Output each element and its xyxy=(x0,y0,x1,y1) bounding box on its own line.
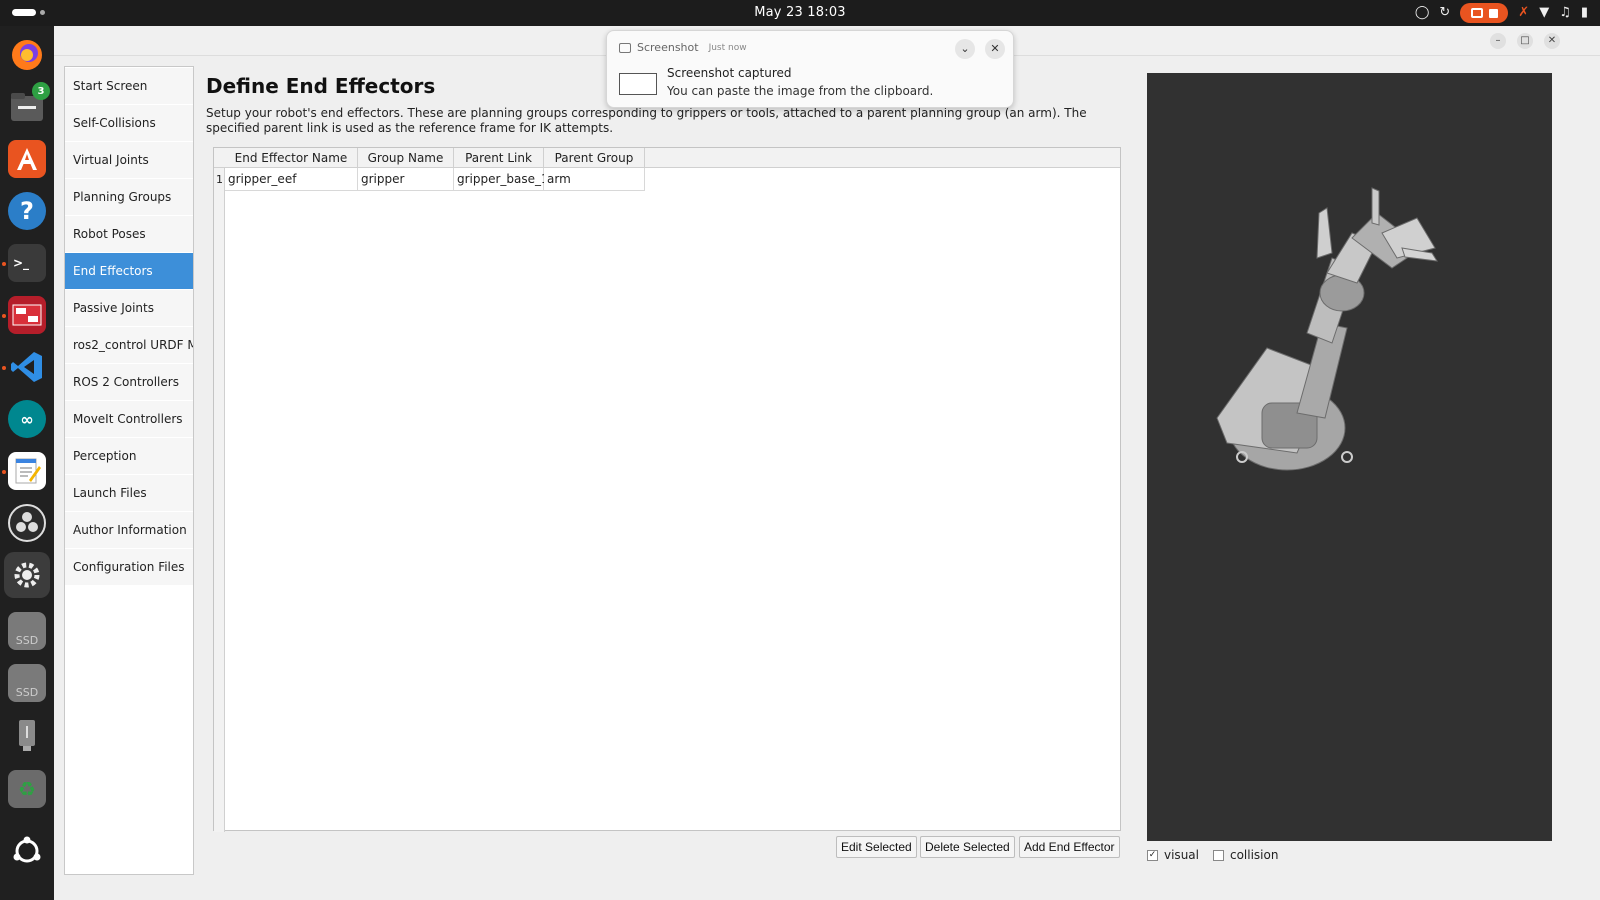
stop-icon xyxy=(1488,8,1498,18)
ssd-drive-icon[interactable]: SSD xyxy=(8,664,46,702)
moveit-setup-assistant-window: – □ ✕ Start Screen Self-Collisions Virtual… xyxy=(54,26,1600,900)
page-description: Setup your robot's end effectors. These … xyxy=(206,106,1087,135)
obs-icon[interactable] xyxy=(8,504,46,542)
text-editor-icon[interactable] xyxy=(8,452,46,490)
files-icon[interactable]: 3 xyxy=(8,82,50,126)
end-effectors-table[interactable]: End Effector Name Group Name Parent Link… xyxy=(213,147,1121,832)
help-icon[interactable]: ? xyxy=(8,192,46,230)
row-header-column: 1 xyxy=(214,168,225,832)
ssd-label: SSD xyxy=(15,686,39,699)
screen-recording-indicator[interactable] xyxy=(1460,3,1509,23)
sidebar-item-ros2-control-urdf-modifications[interactable]: ros2_control URDF Modifications xyxy=(65,327,193,363)
table-cell[interactable]: gripper xyxy=(358,168,454,191)
add-end-effector-button[interactable]: Add End Effector xyxy=(1019,836,1120,858)
notification-body: You can paste the image from the clipboa… xyxy=(667,84,934,98)
view-options: ✓ visual collision xyxy=(1147,848,1278,862)
notification-title: Screenshot captured xyxy=(667,66,792,80)
column-header-parent-link[interactable]: Parent Link xyxy=(454,148,544,168)
running-indicator xyxy=(2,366,6,370)
sidebar-item-start-screen[interactable]: Start Screen xyxy=(65,68,193,104)
ssd-drive-icon[interactable]: SSD xyxy=(8,612,46,650)
terminal-icon[interactable]: >_ xyxy=(8,244,46,282)
screenshot-tool-icon[interactable] xyxy=(8,296,46,334)
column-header-parent-group[interactable]: Parent Group xyxy=(544,148,645,168)
robot-3d-viewport[interactable] xyxy=(1147,73,1552,841)
expand-notification-button[interactable]: ⌄ xyxy=(955,39,975,59)
notification-badge: 3 xyxy=(32,82,50,100)
notification-header: Screenshot Just now xyxy=(619,41,747,54)
column-header-end-effector-name[interactable]: End Effector Name xyxy=(225,148,358,168)
screenshot-thumbnail xyxy=(619,73,657,95)
sidebar-item-moveit-controllers[interactable]: MoveIt Controllers xyxy=(65,401,193,437)
table-cell[interactable]: gripper_eef xyxy=(225,168,358,191)
vscode-icon[interactable] xyxy=(8,348,46,386)
battery-icon[interactable]: ▮ xyxy=(1581,3,1588,23)
running-indicator xyxy=(2,314,6,318)
table-header: End Effector Name Group Name Parent Link… xyxy=(214,148,1120,168)
ssd-label: SSD xyxy=(15,634,39,647)
sidebar-item-author-information[interactable]: Author Information xyxy=(65,512,193,548)
collision-checkbox[interactable] xyxy=(1212,849,1224,861)
restore-button[interactable]: □ xyxy=(1517,33,1533,49)
show-apps-icon[interactable] xyxy=(8,832,46,870)
top-bar: May 23 18:03 ◯ ↻ ✗ ▼ ♫ ▮ xyxy=(0,0,1600,26)
trash-icon[interactable]: ♻ xyxy=(8,770,46,808)
sidebar-item-configuration-files[interactable]: Configuration Files xyxy=(65,549,193,585)
arduino-icon[interactable]: ∞ xyxy=(8,400,46,438)
refresh-icon[interactable]: ↻ xyxy=(1439,3,1450,23)
setup-steps-sidebar: Start Screen Self-Collisions Virtual Joint… xyxy=(64,66,194,875)
row-number[interactable]: 1 xyxy=(214,168,225,191)
clock[interactable]: May 23 18:03 xyxy=(0,5,1600,20)
dock: 3 ? >_ ∞ SSD SSD ♻ xyxy=(0,26,54,900)
chrome-indicator-icon[interactable]: ◯ xyxy=(1415,3,1430,23)
sidebar-item-passive-joints[interactable]: Passive Joints xyxy=(65,290,193,326)
sidebar-item-perception[interactable]: Perception xyxy=(65,438,193,474)
edit-selected-button[interactable]: Edit Selected xyxy=(836,836,917,858)
notification-time: Just now xyxy=(708,42,747,53)
close-notification-button[interactable]: ✕ xyxy=(985,39,1005,59)
screenshot-app-icon xyxy=(619,42,631,53)
app-center-icon[interactable] xyxy=(8,140,46,178)
microphone-muted-icon[interactable]: ✗ xyxy=(1518,3,1529,23)
collision-label: collision xyxy=(1229,848,1279,862)
minimize-button[interactable]: – xyxy=(1490,33,1506,49)
volume-muted-icon[interactable]: ♫ xyxy=(1559,3,1571,23)
close-button[interactable]: ✕ xyxy=(1544,33,1560,49)
column-header-group-name[interactable]: Group Name xyxy=(358,148,454,168)
sidebar-item-planning-groups[interactable]: Planning Groups xyxy=(65,179,193,215)
moveit-setup-assistant-icon[interactable] xyxy=(4,552,50,598)
system-tray[interactable]: ◯ ↻ ✗ ▼ ♫ ▮ xyxy=(1415,3,1588,23)
page-title: Define End Effectors xyxy=(206,74,436,98)
usb-drive-icon[interactable] xyxy=(8,716,46,754)
robot-arm-model xyxy=(1216,187,1438,471)
notification-app-name: Screenshot xyxy=(637,41,699,54)
sidebar-item-robot-poses[interactable]: Robot Poses xyxy=(65,216,193,252)
running-indicator xyxy=(2,470,6,474)
sidebar-item-end-effectors[interactable]: End Effectors xyxy=(65,253,193,289)
screencast-icon xyxy=(1470,8,1483,18)
screenshot-notification[interactable]: Screenshot Just now ⌄ ✕ Screenshot captu… xyxy=(606,30,1014,108)
sidebar-item-launch-files[interactable]: Launch Files xyxy=(65,475,193,511)
table-cell[interactable]: gripper_base_1 xyxy=(454,168,549,191)
sidebar-item-self-collisions[interactable]: Self-Collisions xyxy=(65,105,193,141)
visual-checkbox[interactable]: ✓ xyxy=(1147,849,1158,861)
delete-selected-button[interactable]: Delete Selected xyxy=(920,836,1015,858)
running-indicator xyxy=(2,262,6,266)
firefox-icon[interactable] xyxy=(8,36,46,74)
visual-label: visual xyxy=(1164,848,1199,862)
table-cell[interactable]: arm xyxy=(544,168,645,191)
sidebar-item-virtual-joints[interactable]: Virtual Joints xyxy=(65,142,193,178)
wifi-icon[interactable]: ▼ xyxy=(1539,3,1549,23)
sidebar-item-ros-2-controllers[interactable]: ROS 2 Controllers xyxy=(65,364,193,400)
